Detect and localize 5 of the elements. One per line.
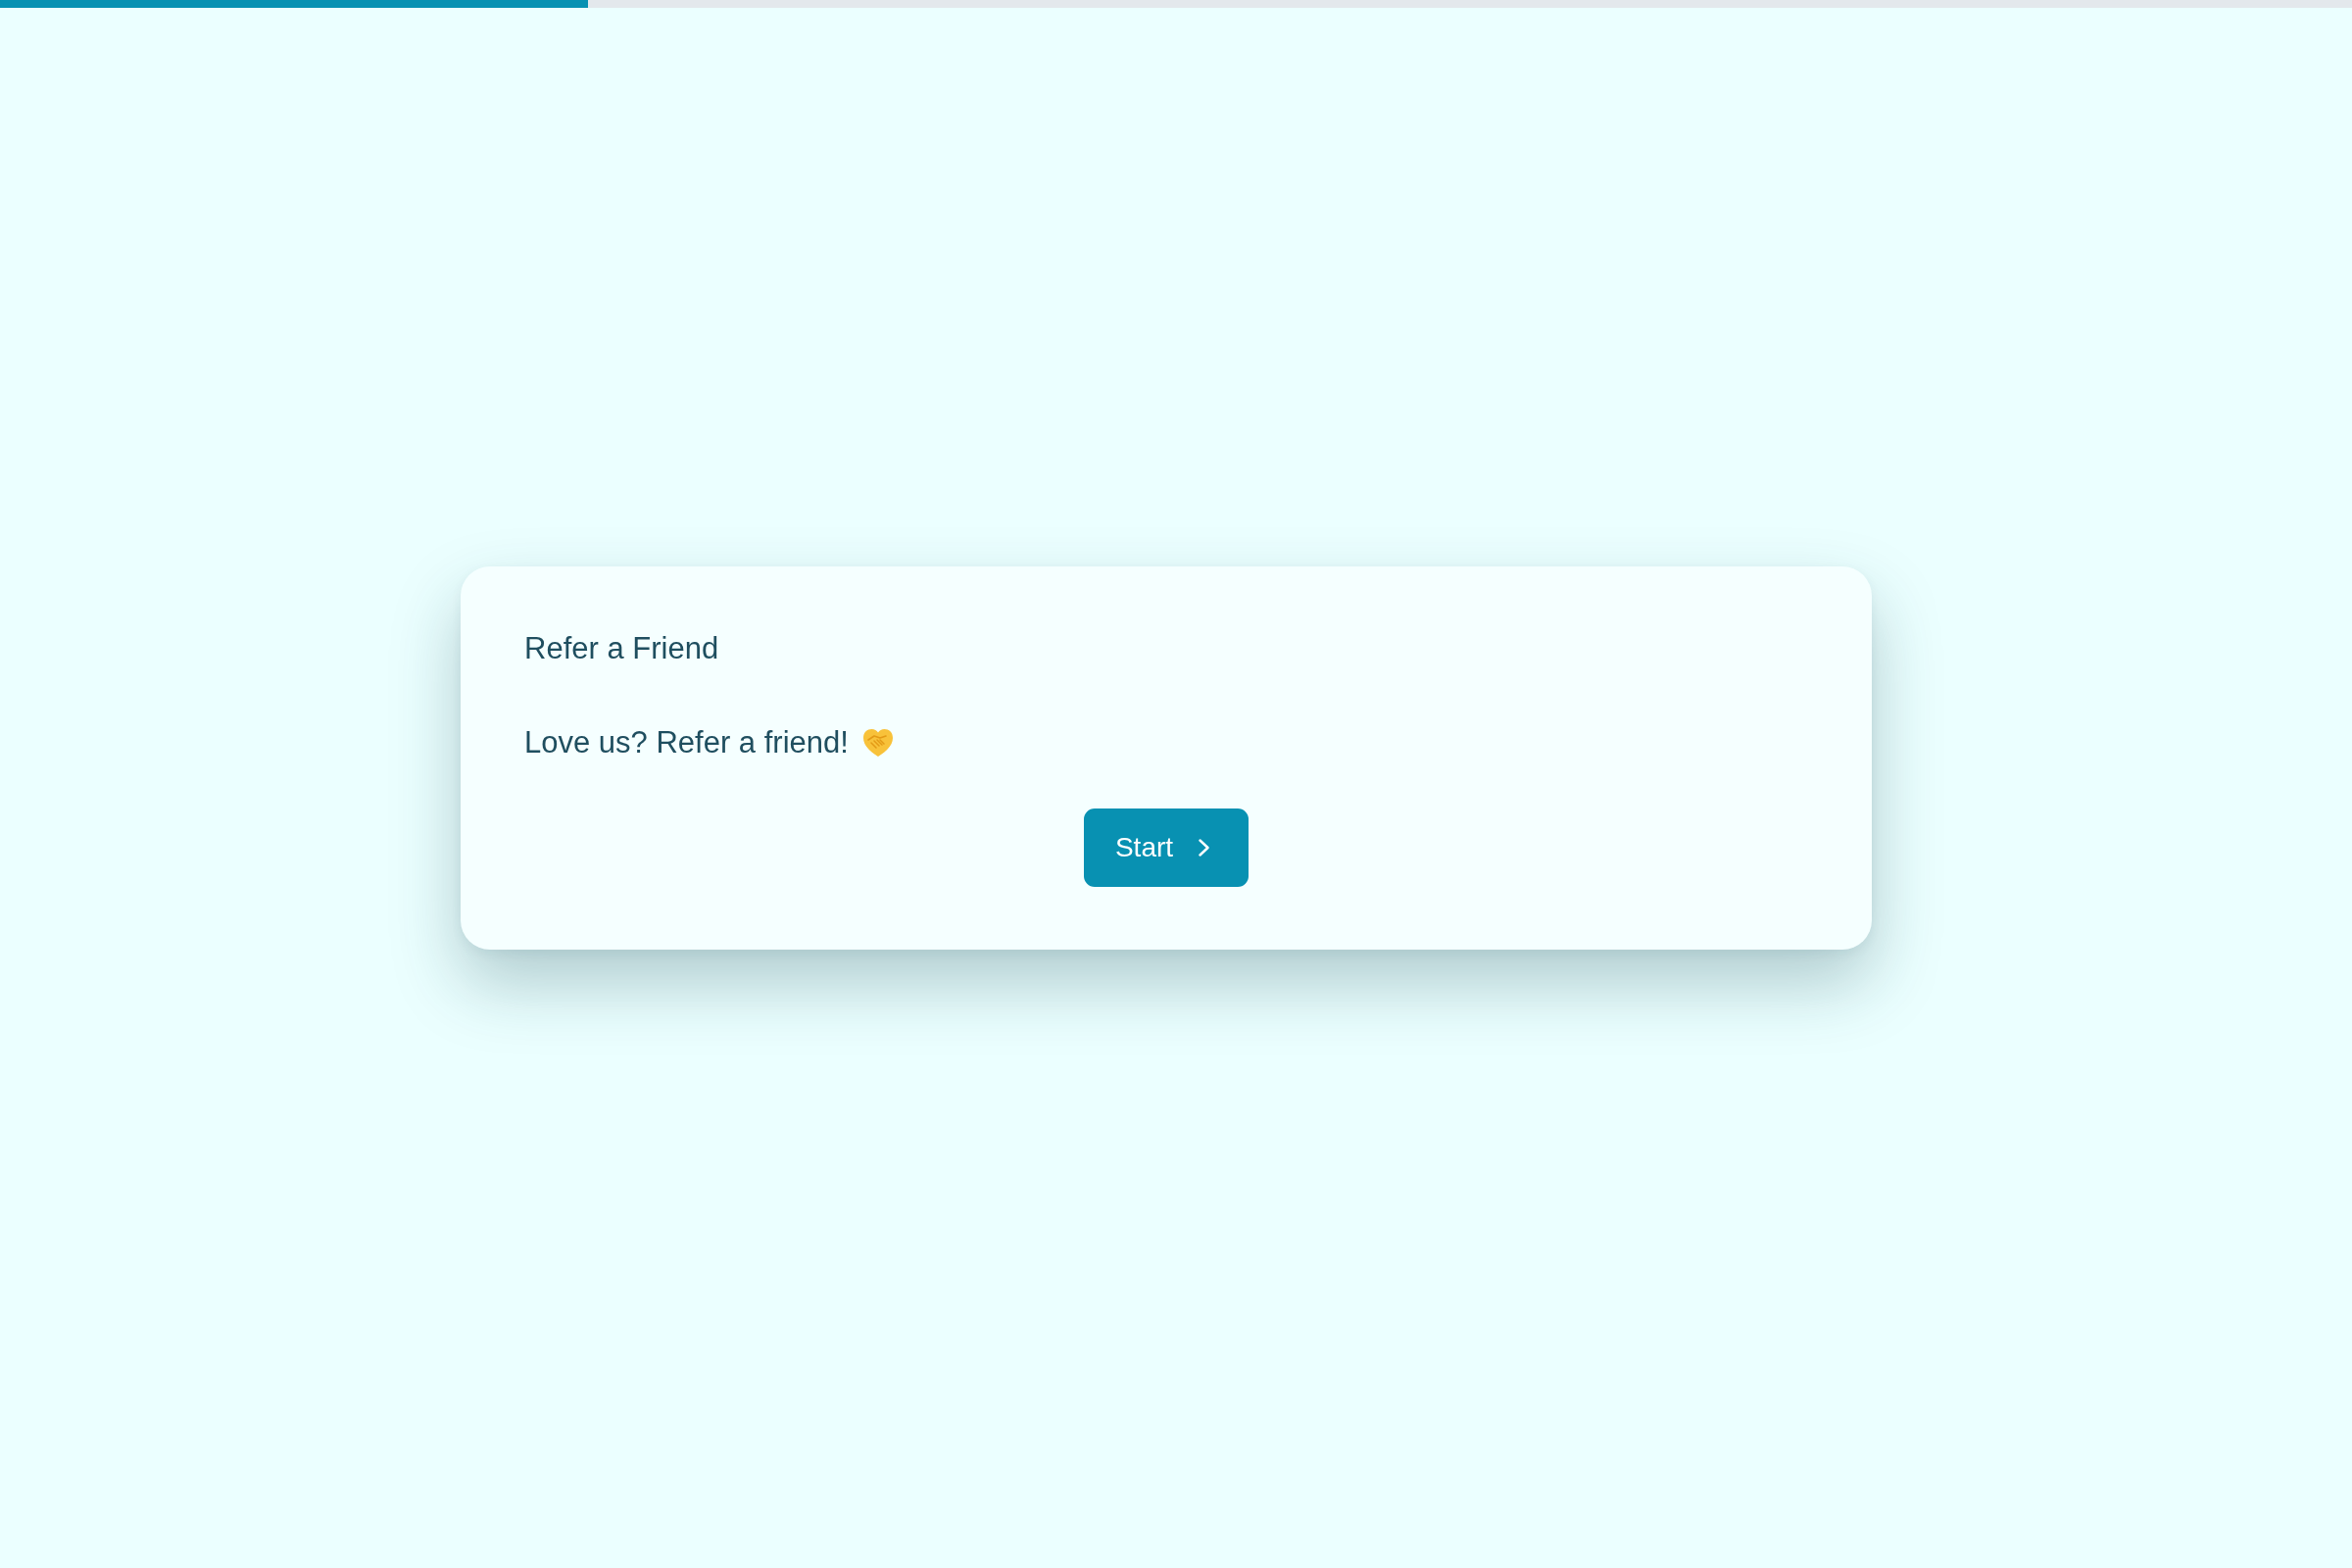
start-button[interactable]: Start: [1083, 808, 1250, 887]
card-title: Refer a Friend: [524, 629, 719, 667]
message-text: Love us? Refer a friend!: [524, 723, 849, 761]
chevron-right-icon: [1199, 838, 1210, 857]
handshake-icon: [861, 727, 894, 758]
